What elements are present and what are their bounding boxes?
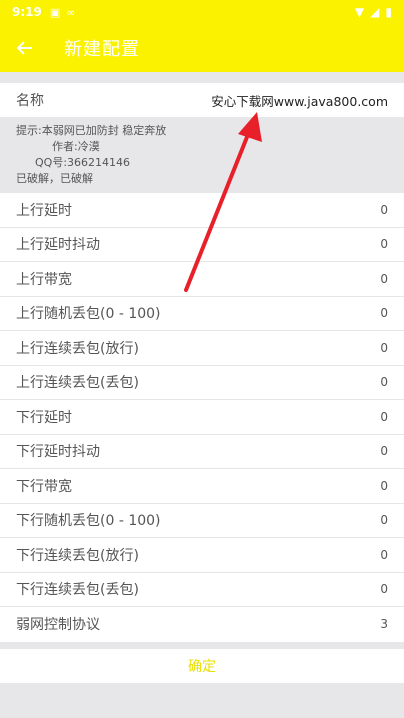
setting-row[interactable]: 下行延时 0	[0, 400, 404, 435]
arrow-left-icon	[16, 41, 32, 55]
setting-label: 下行带宽	[16, 478, 72, 495]
battery-icon: ▮	[385, 5, 392, 19]
confirm-button[interactable]: 确定	[0, 649, 404, 683]
setting-row[interactable]: 下行带宽 0	[0, 469, 404, 504]
setting-label: 下行延时	[16, 409, 72, 426]
setting-value: 0	[380, 340, 388, 355]
setting-label: 弱网控制协议	[16, 617, 100, 634]
setting-row[interactable]: 下行随机丢包(0 - 100) 0	[0, 504, 404, 538]
setting-row[interactable]: 上行带宽 0	[0, 262, 404, 297]
setting-label: 上行连续丢包(丢包)	[16, 375, 139, 392]
hint-line: 已破解，已破解	[16, 172, 93, 185]
notification-icon: ▣	[49, 5, 61, 19]
setting-value: 0	[380, 271, 388, 286]
page-title: 新建配置	[64, 39, 140, 60]
setting-row[interactable]: 下行延时抖动 0	[0, 435, 404, 469]
setting-row[interactable]: 上行延时 0	[0, 193, 404, 228]
setting-label: 上行连续丢包(放行)	[16, 340, 139, 357]
wifi-icon: ▼	[354, 5, 365, 19]
setting-label: 上行延时抖动	[16, 237, 100, 254]
setting-row[interactable]: 上行连续丢包(放行) 0	[0, 331, 404, 366]
setting-label: 下行延时抖动	[16, 444, 100, 461]
status-bar: 9:19 ▣ ∞ ▼ ◢ ▮	[0, 0, 404, 24]
setting-label: 上行带宽	[16, 271, 72, 288]
setting-label: 上行延时	[16, 202, 72, 219]
name-label: 名称	[16, 93, 44, 109]
hint-line: 提示:本弱网已加防封 稳定奔放	[16, 124, 167, 137]
settings-list: 上行延时 0 上行延时抖动 0 上行带宽 0 上行随机丢包(0 - 100) 0 上行连续丢包(…	[0, 193, 404, 642]
setting-row[interactable]: 弱网控制协议 3	[0, 607, 404, 642]
hint-line: 作者:冷漠	[52, 140, 100, 153]
setting-value: 0	[380, 478, 388, 493]
setting-row[interactable]: 下行连续丢包(放行) 0	[0, 538, 404, 573]
hint-line: QQ号:366214146	[35, 156, 131, 169]
name-value[interactable]: 安心下载网www.java800.com	[211, 91, 388, 110]
setting-value: 0	[380, 409, 388, 424]
setting-value: 0	[380, 547, 388, 562]
setting-value: 0	[380, 582, 388, 597]
setting-value: 0	[380, 306, 388, 321]
setting-label: 下行连续丢包(丢包)	[16, 582, 139, 599]
setting-row[interactable]: 下行连续丢包(丢包) 0	[0, 573, 404, 607]
setting-row[interactable]: 上行连续丢包(丢包) 0	[0, 366, 404, 400]
setting-label: 上行随机丢包(0 - 100)	[16, 306, 161, 323]
setting-label: 下行连续丢包(放行)	[16, 547, 139, 564]
name-field[interactable]: 名称 安心下载网www.java800.com	[0, 83, 404, 117]
setting-row[interactable]: 上行随机丢包(0 - 100) 0	[0, 297, 404, 331]
signal-icon: ◢	[370, 5, 380, 19]
hint-text: 提示:本弱网已加防封 稳定奔放 作者:冷漠 QQ号:366214146 已破解，…	[16, 123, 166, 187]
setting-value: 0	[380, 513, 388, 528]
setting-value: 0	[380, 237, 388, 252]
setting-value: 0	[380, 202, 388, 217]
status-time: 9:19	[12, 5, 42, 19]
setting-row[interactable]: 上行延时抖动 0	[0, 228, 404, 262]
setting-value: 3	[380, 617, 388, 632]
setting-value: 0	[380, 444, 388, 459]
app-notification-icon: ∞	[66, 5, 76, 19]
setting-value: 0	[380, 375, 388, 390]
setting-label: 下行随机丢包(0 - 100)	[16, 513, 161, 530]
back-button[interactable]	[0, 24, 50, 72]
app-bar: 新建配置	[0, 24, 404, 72]
